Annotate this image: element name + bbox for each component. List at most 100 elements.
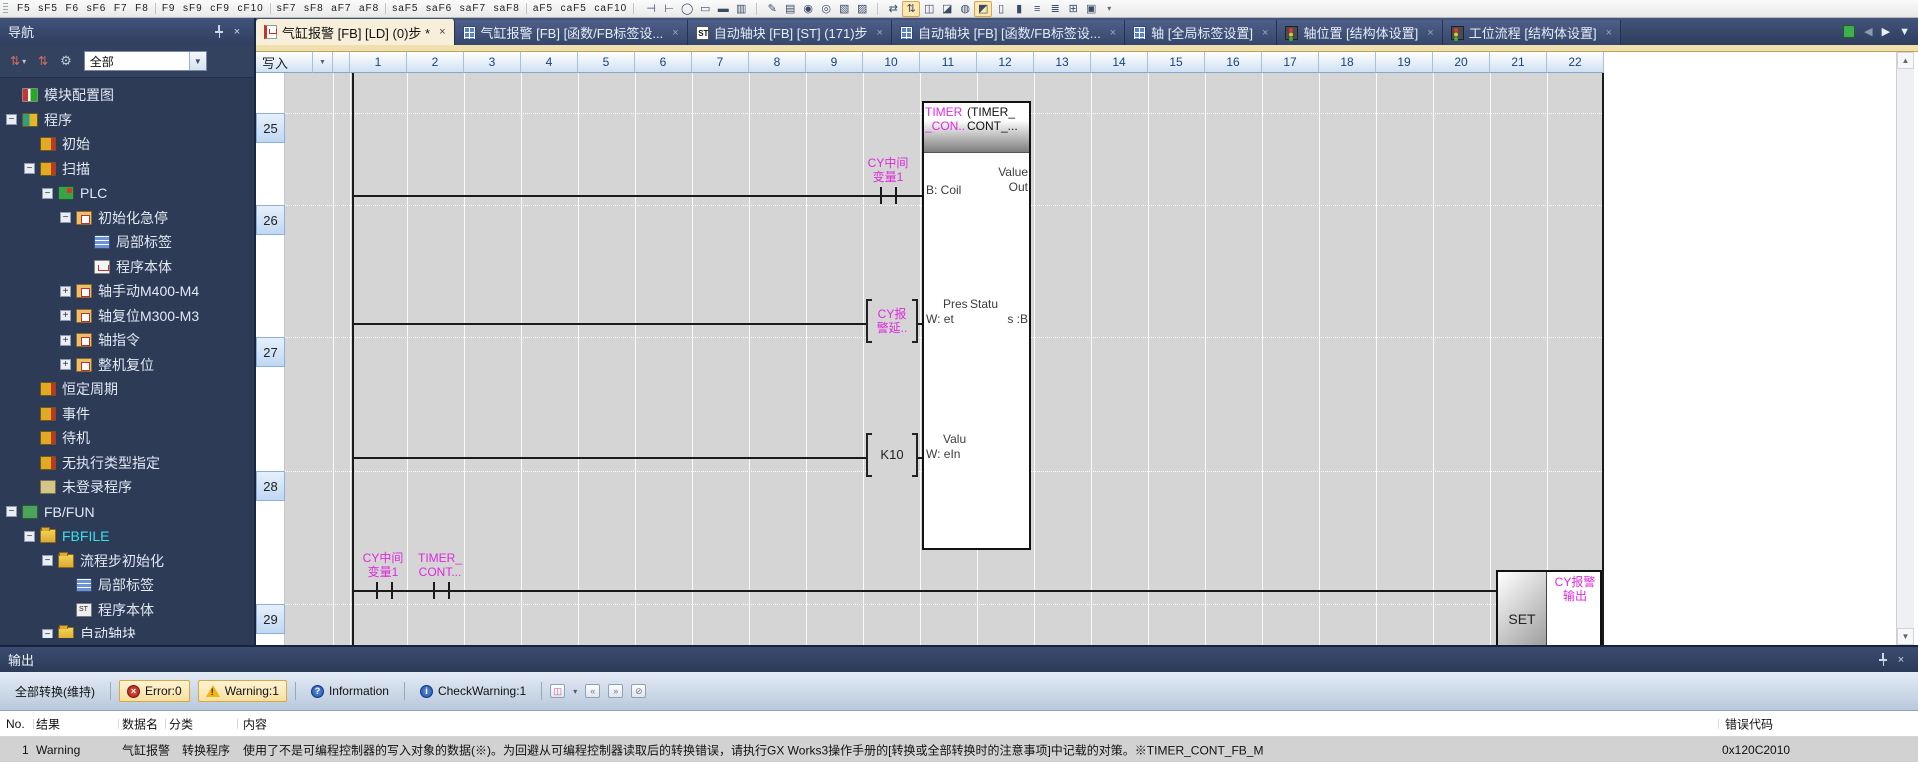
contact-symbol[interactable] xyxy=(391,582,393,599)
vertical-scrollbar[interactable]: ▲ ▼ xyxy=(1896,52,1914,645)
scroll-up-icon[interactable]: ▲ xyxy=(1897,52,1914,69)
checkwarning-filter-button[interactable]: i CheckWarning:1 xyxy=(413,681,533,701)
tree-expander-icon[interactable] xyxy=(24,531,35,542)
close-icon[interactable]: × xyxy=(228,24,246,40)
tab-list-icon[interactable]: ▼ xyxy=(1899,26,1910,38)
tree-expander-icon[interactable] xyxy=(24,163,35,174)
tab-scroll-right-icon[interactable]: ▶ xyxy=(1882,25,1890,38)
open-contact-icon[interactable]: ⊣ xyxy=(642,1,660,17)
tree-item[interactable]: 流程步初始化 xyxy=(0,549,254,574)
fkey-button-group[interactable]: aF5 caF5 caF10 xyxy=(527,3,634,14)
tree-item[interactable]: 初始化急停 xyxy=(0,206,254,231)
document-tab[interactable]: 气缸报警 [FB] [LD] (0)步 * × xyxy=(256,19,455,45)
docking-right-icon[interactable]: ▮ xyxy=(1010,1,1028,17)
tree-item[interactable]: 恒定周期 xyxy=(0,377,254,402)
contact-label[interactable]: CY中间 变量1 xyxy=(354,551,412,579)
statement-icon[interactable]: ▤ xyxy=(781,1,799,17)
pin-icon[interactable] xyxy=(1874,652,1892,668)
fkey-button-group[interactable]: F5 sF5 F6 sF6 F7 F8 xyxy=(11,3,156,14)
tree-item[interactable]: 自动轴块 xyxy=(0,622,254,638)
insert-row-icon[interactable]: ⊞ xyxy=(1064,1,1082,17)
document-tab[interactable]: 工位流程 [结构体设置] × xyxy=(1443,20,1621,45)
tab-close-icon[interactable]: × xyxy=(439,26,445,38)
tree-expander-icon[interactable] xyxy=(60,212,71,223)
document-tab[interactable]: 轴 [全局标签设置] × xyxy=(1125,20,1277,45)
operand-box[interactable]: CY报 警延.. xyxy=(866,299,918,343)
edit-icon[interactable]: ✎ xyxy=(763,1,781,17)
tree-expander-icon[interactable] xyxy=(60,359,71,370)
tree-expander-icon[interactable] xyxy=(42,188,53,199)
tree-item[interactable]: 未登录程序 xyxy=(0,475,254,500)
tree-expander-icon[interactable] xyxy=(60,286,71,297)
tree-expander-icon[interactable] xyxy=(42,629,53,638)
tab-close-icon[interactable]: × xyxy=(1110,27,1116,39)
tree-item[interactable]: 模块配置图 xyxy=(0,83,254,108)
pin-icon[interactable] xyxy=(210,24,228,40)
tree-item[interactable]: 程序 xyxy=(0,108,254,133)
ladder-canvas[interactable]: 25 26 27 28 29 CY中间 变量1 CY报 警延.. K10 xyxy=(256,73,1918,645)
tree-item[interactable]: 局部标签 xyxy=(0,230,254,255)
rung-number[interactable]: 29 xyxy=(256,604,285,634)
message-filter-icon[interactable]: ◫ xyxy=(550,684,565,698)
contact-symbol[interactable] xyxy=(895,187,897,204)
tree-item[interactable]: 事件 xyxy=(0,402,254,427)
document-tab[interactable]: 轴位置 [结构体设置] × xyxy=(1277,20,1442,45)
contact-symbol[interactable] xyxy=(376,582,378,599)
zoom-icon[interactable]: ◍ xyxy=(956,1,974,17)
function-block-icon[interactable]: ▭ xyxy=(696,1,714,17)
find-icon[interactable]: ◉ xyxy=(799,1,817,17)
contact-label[interactable]: CY中间 变量1 xyxy=(854,156,922,184)
tree-expander-icon[interactable] xyxy=(6,114,17,125)
information-filter-button[interactable]: ? Information xyxy=(304,681,396,701)
tree-item[interactable]: 待机 xyxy=(0,426,254,451)
tab-close-icon[interactable]: × xyxy=(877,27,883,39)
expand-tree-button[interactable]: ⇅ xyxy=(34,51,52,71)
error-filter-button[interactable]: × Error:0 xyxy=(119,680,190,702)
fkey-button-group[interactable]: sF7 sF8 aF7 aF8 xyxy=(271,3,386,14)
fkey-button-group[interactable]: F9 sF9 cF9 cF10 xyxy=(156,3,271,14)
document-tab[interactable]: 气缸报警 [FB] [函数/FB标签设... × xyxy=(455,20,688,45)
docking-left-icon[interactable]: ▯ xyxy=(992,1,1010,17)
operand-box[interactable]: K10 xyxy=(866,433,918,477)
select-mode-icon[interactable]: ▣ xyxy=(1082,1,1100,17)
warning-row[interactable]: 1 Warning 气缸报警 转换程序 使用了不是可编程控制器的写入对象的数据(… xyxy=(0,737,1918,762)
coil-icon[interactable]: ◯ xyxy=(678,1,696,17)
tree-item[interactable]: 局部标签 xyxy=(0,573,254,598)
navigation-window-icon[interactable]: ◩ xyxy=(974,1,992,17)
convert-all-button[interactable]: 全部转换(维持) xyxy=(8,680,102,703)
device-list-icon[interactable]: ⇅ xyxy=(902,1,920,17)
jump-next-icon[interactable]: » xyxy=(608,684,623,698)
toolbar-grip[interactable] xyxy=(3,3,8,15)
chevron-down-icon[interactable]: ▾ xyxy=(573,687,577,696)
tree-item[interactable]: 轴指令 xyxy=(0,328,254,353)
find-replace-icon[interactable]: ◎ xyxy=(817,1,835,17)
rung-number[interactable]: 28 xyxy=(256,471,285,501)
tree-item[interactable]: 程序本体 xyxy=(0,255,254,280)
toolbar-overflow-icon[interactable]: ▾ xyxy=(1100,1,1118,17)
list-view-icon[interactable]: ≡ xyxy=(1028,1,1046,17)
close-icon[interactable]: × xyxy=(1892,652,1910,668)
detail-view-icon[interactable]: ≣ xyxy=(1046,1,1064,17)
contact-symbol[interactable] xyxy=(448,582,450,599)
rung-number[interactable]: 26 xyxy=(256,205,285,235)
contact-symbol[interactable] xyxy=(880,187,882,204)
separator[interactable] xyxy=(871,3,878,15)
close-contact-icon[interactable]: ⊢ xyxy=(660,1,678,17)
verify-icon[interactable]: ◪ xyxy=(938,1,956,17)
tab-scroll-left-icon[interactable]: ◀ xyxy=(1864,25,1872,38)
rung-number[interactable]: 25 xyxy=(256,113,285,143)
tree-item[interactable]: 扫描 xyxy=(0,157,254,182)
horizontal-line-icon[interactable]: ▬ xyxy=(714,1,732,17)
tree-item[interactable]: 无执行类型指定 xyxy=(0,451,254,476)
scroll-down-icon[interactable]: ▼ xyxy=(1897,628,1914,645)
clear-output-icon[interactable]: ⊘ xyxy=(631,684,646,698)
tab-close-icon[interactable]: × xyxy=(1427,27,1433,39)
tree-expander-icon[interactable] xyxy=(60,310,71,321)
tree-item[interactable]: FB/FUN xyxy=(0,500,254,525)
document-tab[interactable]: 自动轴块 [FB] [ST] (171)步 × xyxy=(688,20,892,45)
rung-number[interactable]: 27 xyxy=(256,337,285,367)
contact-label[interactable]: TIMER_ CONT... xyxy=(410,551,470,579)
tree-item[interactable]: PLC xyxy=(0,181,254,206)
header-caret-icon[interactable]: ▼ xyxy=(313,52,333,73)
vertical-line-icon[interactable]: ▥ xyxy=(732,1,750,17)
